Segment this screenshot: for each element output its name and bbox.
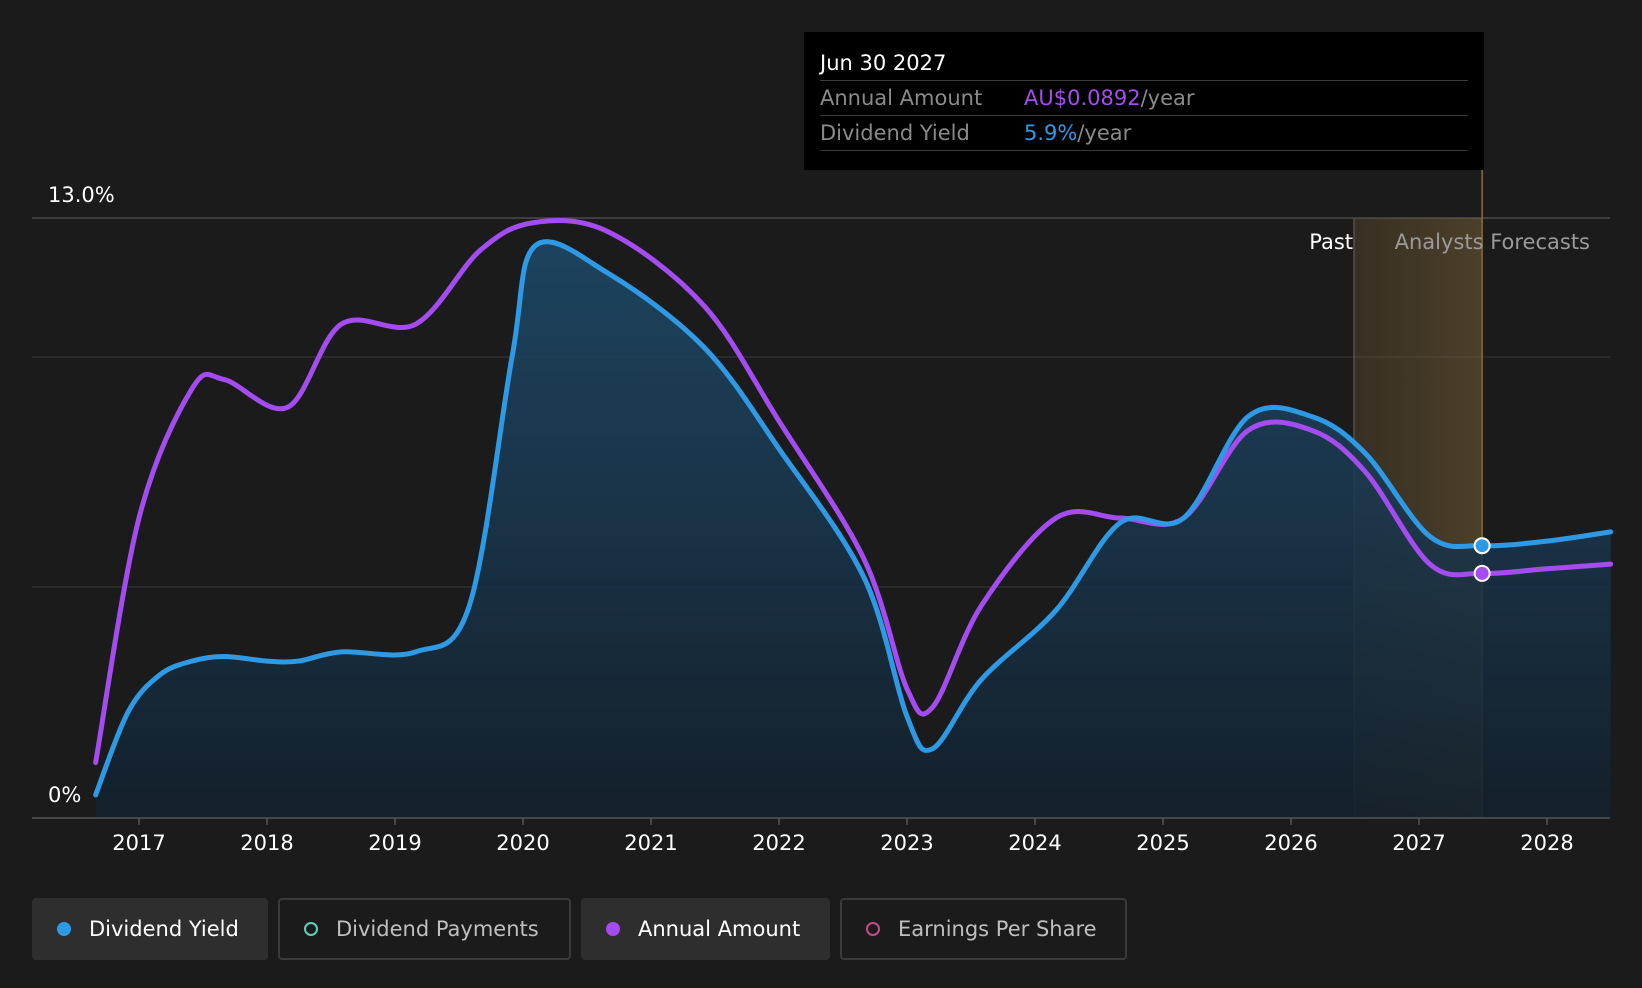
x-tick-label: 2018: [240, 831, 293, 855]
legend-dot-icon: [606, 922, 620, 936]
legend-dot-icon: [304, 922, 318, 936]
x-tick-label: 2027: [1392, 831, 1445, 855]
tooltip-row-value: 5.9%: [1024, 121, 1078, 145]
tooltip-row-suffix: /year: [1140, 86, 1195, 110]
x-tick-label: 2017: [112, 831, 165, 855]
legend-label: Earnings Per Share: [898, 917, 1097, 941]
x-axis: 2017 2018 2019 2020 2021 2022 2023 2024 2025 2026…: [32, 817, 1610, 855]
x-tick-label: 2021: [624, 831, 677, 855]
legend-dividend-payments[interactable]: Dividend Payments: [278, 898, 571, 960]
tooltip-row-annual-amount: Annual Amount AU$0.0892 /year: [820, 81, 1468, 116]
legend-dot-icon: [57, 922, 71, 936]
past-region-label: Past: [1309, 230, 1353, 254]
legend-label: Dividend Payments: [336, 917, 539, 941]
legend-dot-icon: [866, 922, 880, 936]
legend-label: Annual Amount: [638, 917, 801, 941]
legend-annual-amount[interactable]: Annual Amount: [581, 898, 830, 960]
annual-amount-marker: [1473, 564, 1491, 582]
y-axis-min-label: 0%: [48, 783, 81, 807]
tooltip-row-label: Dividend Yield: [820, 121, 970, 145]
dividend-yield-marker: [1473, 537, 1491, 555]
tooltip-row-label: Annual Amount: [820, 86, 983, 110]
tooltip-row-suffix: /year: [1077, 121, 1132, 145]
y-axis-max-label: 13.0%: [48, 183, 115, 207]
legend-dividend-yield[interactable]: Dividend Yield: [32, 898, 268, 960]
x-tick-label: 2026: [1264, 831, 1317, 855]
x-tick-label: 2024: [1008, 831, 1061, 855]
chart-tooltip: Jun 30 2027 Annual Amount AU$0.0892 /yea…: [804, 32, 1484, 170]
x-tick-label: 2019: [368, 831, 421, 855]
tooltip-row-value: AU$0.0892: [1024, 86, 1141, 110]
tooltip-row-dividend-yield: Dividend Yield 5.9% /year: [820, 116, 1468, 151]
forecast-region-label: Analysts Forecasts: [1395, 230, 1590, 254]
x-tick-label: 2020: [496, 831, 549, 855]
x-tick-label: 2025: [1136, 831, 1189, 855]
tooltip-date: Jun 30 2027: [820, 46, 1468, 81]
x-tick-label: 2023: [880, 831, 933, 855]
chart-legend: Dividend Yield Dividend Payments Annual …: [32, 898, 1127, 960]
legend-label: Dividend Yield: [89, 917, 239, 941]
x-tick-label: 2022: [752, 831, 805, 855]
legend-earnings-per-share[interactable]: Earnings Per Share: [840, 898, 1127, 960]
x-tick-label: 2028: [1520, 831, 1573, 855]
